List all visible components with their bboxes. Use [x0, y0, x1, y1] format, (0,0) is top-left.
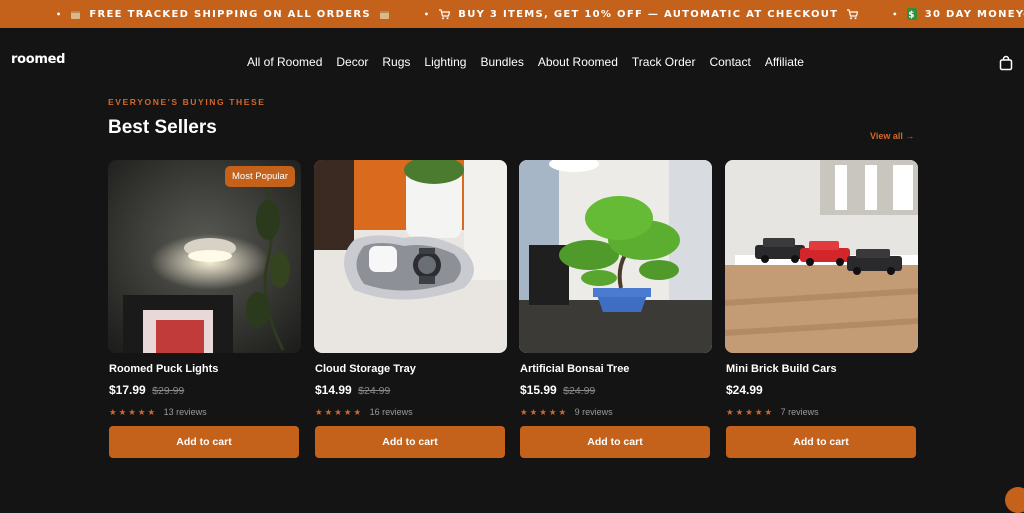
nav-item-contact[interactable]: Contact	[709, 55, 750, 69]
product-name[interactable]: Artificial Bonsai Tree	[520, 363, 629, 375]
bullet: •	[423, 9, 431, 19]
product-prices: $14.99 $24.99	[315, 381, 390, 399]
product-name[interactable]: Mini Brick Build Cars	[726, 363, 837, 375]
section-title: Best Sellers	[108, 117, 217, 138]
announcement-item: • $ 30 DAY MONEY-BACK	[892, 8, 1024, 20]
add-to-cart-button[interactable]: Add to cart	[520, 426, 710, 458]
brick-cars-photo	[725, 160, 918, 353]
product-rating: ★★★★★ 13 reviews	[109, 402, 207, 420]
announcement-text: FREE TRACKED SHIPPING ON ALL ORDERS	[89, 8, 371, 20]
chat-widget-button[interactable]	[1005, 487, 1024, 513]
announcement-text: BUY 3 ITEMS, GET 10% OFF — AUTOMATIC AT …	[458, 8, 839, 20]
product-badge: Most Popular	[225, 166, 295, 187]
product-grid: Most Popular Roomed Puck Lights $17.99 $…	[108, 160, 918, 460]
nav-item-lighting[interactable]: Lighting	[424, 55, 466, 69]
main-nav: All of Roomed Decor Rugs Lighting Bundle…	[247, 55, 818, 69]
cart-icon	[439, 8, 451, 19]
nav-item-affiliate[interactable]: Affiliate	[765, 55, 804, 69]
shopping-bag-icon[interactable]	[998, 55, 1014, 71]
product-price: $14.99	[315, 383, 352, 397]
star-rating-icon: ★★★★★	[109, 408, 158, 418]
puck-light-photo	[108, 160, 301, 353]
review-count: 16 reviews	[369, 407, 413, 417]
bullet: •	[56, 9, 63, 19]
announcement-bar: • FREE TRACKED SHIPPING ON ALL ORDERS • …	[0, 0, 1024, 28]
review-count: 13 reviews	[163, 407, 207, 417]
product-rating: ★★★★★ 9 reviews	[520, 402, 613, 420]
package-icon	[71, 10, 81, 19]
product-rating: ★★★★★ 7 reviews	[726, 402, 819, 420]
storage-tray-photo	[314, 160, 507, 353]
product-card[interactable]: Artificial Bonsai Tree $15.99 $24.99 ★★★…	[519, 160, 712, 460]
add-to-cart-button[interactable]: Add to cart	[315, 426, 505, 458]
logo[interactable]: roomed	[11, 52, 65, 67]
add-to-cart-button[interactable]: Add to cart	[109, 426, 299, 458]
star-rating-icon: ★★★★★	[520, 408, 569, 418]
product-compare-price: $24.99	[563, 385, 596, 397]
money-icon: $	[906, 8, 917, 21]
nav-item-all-of-roomed[interactable]: All of Roomed	[247, 55, 322, 69]
site-header: roomed All of Roomed Decor Rugs Lighting…	[0, 28, 1024, 96]
bonsai-photo	[519, 160, 712, 353]
review-count: 9 reviews	[574, 407, 613, 417]
product-image-cloud-tray[interactable]	[314, 160, 507, 353]
svg-text:$: $	[908, 11, 916, 21]
product-card[interactable]: Cloud Storage Tray $14.99 $24.99 ★★★★★ 1…	[314, 160, 507, 460]
section-eyebrow: EVERYONE'S BUYING THESE	[108, 97, 266, 107]
announcement-text: 30 DAY MONEY-BACK	[924, 8, 1024, 20]
product-card[interactable]: Mini Brick Build Cars $24.99 ★★★★★ 7 rev…	[725, 160, 918, 460]
product-prices: $15.99 $24.99	[520, 381, 595, 399]
package-icon	[379, 10, 389, 19]
product-price: $17.99	[109, 383, 146, 397]
nav-item-about-roomed[interactable]: About Roomed	[538, 55, 618, 69]
product-name[interactable]: Roomed Puck Lights	[109, 363, 218, 375]
product-prices: $24.99	[726, 381, 763, 399]
product-prices: $17.99 $29.99	[109, 381, 184, 399]
announcement-item: • BUY 3 ITEMS, GET 10% OFF — AUTOMATIC A…	[423, 8, 859, 20]
review-count: 7 reviews	[780, 407, 819, 417]
nav-item-decor[interactable]: Decor	[336, 55, 368, 69]
announcement-track: • FREE TRACKED SHIPPING ON ALL ORDERS • …	[56, 0, 1024, 28]
product-image-bonsai-tree[interactable]	[519, 160, 712, 353]
star-rating-icon: ★★★★★	[315, 408, 364, 418]
product-name[interactable]: Cloud Storage Tray	[315, 363, 416, 375]
product-price: $24.99	[726, 383, 763, 397]
product-compare-price: $24.99	[358, 385, 391, 397]
product-image-brick-cars[interactable]	[725, 160, 918, 353]
view-all-link[interactable]: View all →	[870, 131, 914, 141]
product-compare-price: $29.99	[152, 385, 185, 397]
product-rating: ★★★★★ 16 reviews	[315, 402, 413, 420]
product-image-puck-lights[interactable]: Most Popular	[108, 160, 301, 353]
add-to-cart-button[interactable]: Add to cart	[726, 426, 916, 458]
nav-item-track-order[interactable]: Track Order	[632, 55, 696, 69]
product-price: $15.99	[520, 383, 557, 397]
announcement-item: • FREE TRACKED SHIPPING ON ALL ORDERS	[56, 9, 390, 20]
bullet: •	[892, 9, 899, 19]
cart-icon	[847, 8, 859, 19]
star-rating-icon: ★★★★★	[726, 408, 775, 418]
product-card[interactable]: Most Popular Roomed Puck Lights $17.99 $…	[108, 160, 301, 460]
nav-item-bundles[interactable]: Bundles	[480, 55, 523, 69]
nav-item-rugs[interactable]: Rugs	[382, 55, 410, 69]
